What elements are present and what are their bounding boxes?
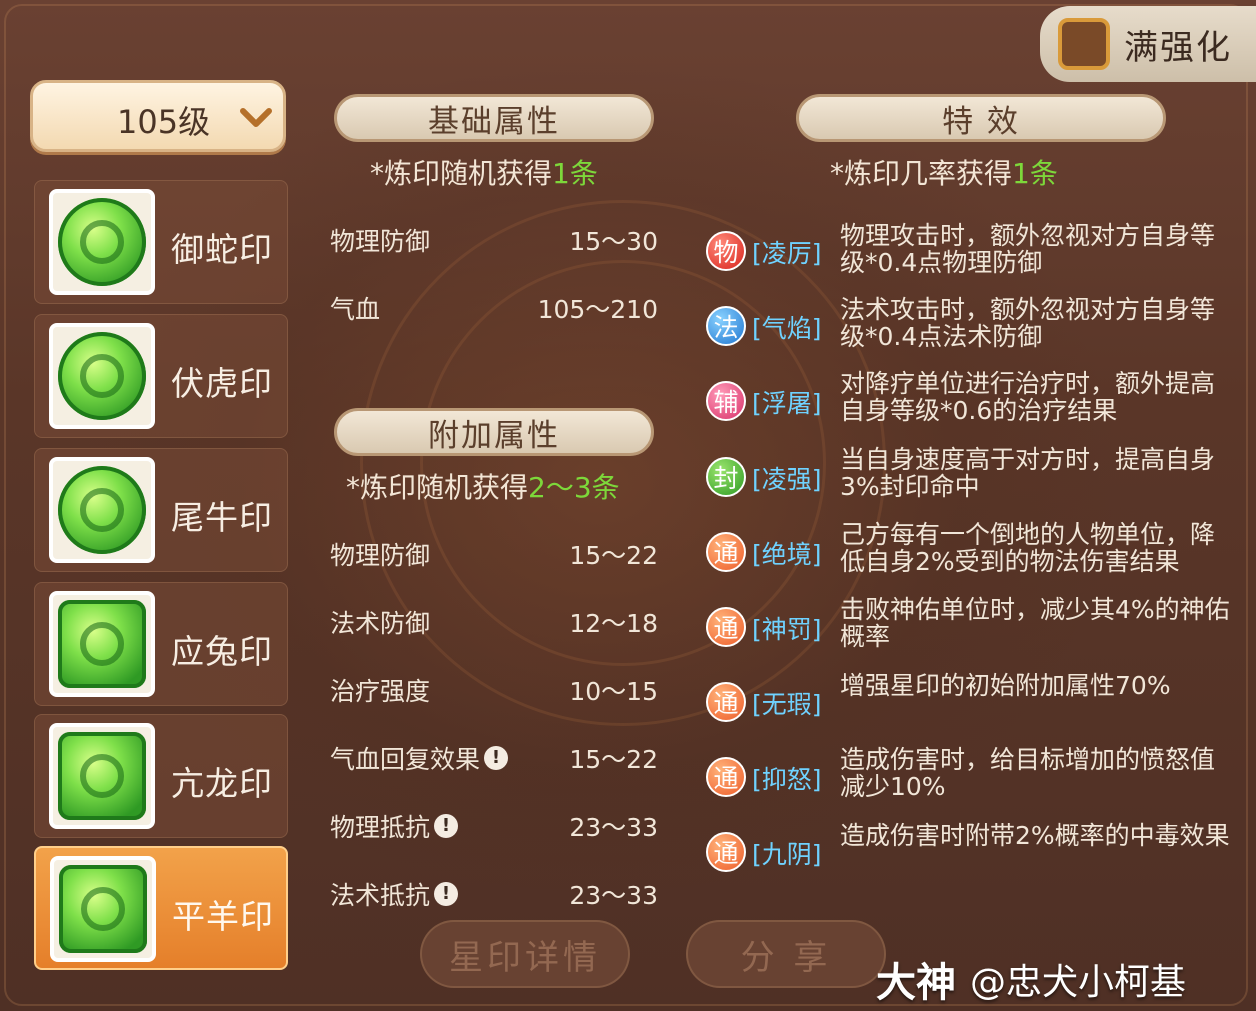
effect-tag: [无瑕] [752, 690, 822, 719]
info-icon[interactable]: ! [484, 746, 509, 770]
extra-attr-range: 10～15 [569, 677, 658, 706]
extra-attr-name: 治疗强度 [330, 677, 431, 706]
effect-tag: [气焰] [752, 314, 822, 343]
info-icon[interactable]: ! [434, 814, 459, 838]
extra-attrs-note-text: *炼印随机获得 [346, 471, 529, 504]
goat-jade-icon [50, 856, 156, 962]
seal-detail-label: 星印详情 [449, 937, 601, 978]
effect-desc: 造成伤害时，给目标增加的愤怒值减少10% [840, 745, 1216, 801]
extra-attr-name: 物理抵抗 [330, 813, 431, 842]
seal-name: 尾牛印 [171, 498, 273, 537]
seal-name: 亢龙印 [171, 764, 273, 803]
seal-name: 平羊印 [172, 897, 274, 936]
watermark-brand: 大神 [876, 960, 956, 1006]
effect-badge: 通 [706, 832, 746, 872]
effect-desc: 物理攻击时，额外忽视对方自身等级*0.4点物理防御 [840, 221, 1216, 277]
effect-desc: 对降疗单位进行治疗时，额外提高自身等级*0.6的治疗结果 [840, 369, 1216, 425]
effect-badge: 通 [706, 532, 746, 572]
extra-attr-row: 法术防御 [330, 604, 430, 640]
watermark: 大神 @忠犬小柯基 [876, 950, 1186, 1008]
extra-attr-name: 法术防御 [330, 609, 431, 638]
seal-name: 应兔印 [171, 632, 273, 671]
level-dropdown[interactable]: 105级 [30, 80, 286, 152]
effect-desc: 己方每有一个倒地的人物单位，降低自身2%受到的物法伤害结果 [840, 520, 1216, 576]
effect-desc: 当自身速度高于对方时，提高自身3%封印命中 [840, 445, 1216, 501]
seal-detail-button[interactable]: 星印详情 [420, 920, 630, 988]
dragon-jade-icon [49, 723, 155, 829]
extra-attr-row: 气血回复效果 ! [330, 740, 509, 776]
effect-tag: [九阴] [752, 840, 822, 869]
extra-attr-range: 15～22 [569, 745, 658, 774]
seal-item-snake[interactable]: 御蛇印 [34, 180, 288, 304]
base-attrs-note-text: *炼印随机获得 [370, 157, 553, 190]
effects-header: 特 效 [796, 94, 1166, 142]
extra-attrs-note: *炼印随机获得2～3条 [346, 466, 620, 506]
seal-name: 伏虎印 [171, 364, 273, 403]
seal-item-goat[interactable]: 平羊印 [34, 846, 288, 970]
base-attr-name: 物理防御 [330, 227, 431, 256]
extra-attrs-title: 附加属性 [428, 417, 560, 454]
seal-name: 御蛇印 [171, 230, 273, 269]
base-attrs-note-count: 1条 [552, 157, 598, 190]
seal-item-dragon[interactable]: 亢龙印 [34, 714, 288, 838]
extra-attr-row: 物理防御 [330, 536, 430, 572]
seal-item-tiger[interactable]: 伏虎印 [34, 314, 288, 438]
base-attr-range: 15～30 [569, 227, 658, 256]
extra-attr-row: 物理抵抗 ! [330, 808, 459, 844]
effect-desc: 击败神佑单位时，减少其4%的神佑概率 [840, 595, 1230, 651]
effect-badge: 辅 [706, 381, 746, 421]
effect-tag: [浮屠] [752, 389, 822, 418]
base-attr-name: 气血 [330, 295, 381, 324]
snake-jade-icon [49, 189, 155, 295]
ox-jade-icon [49, 457, 155, 563]
extra-attrs-header: 附加属性 [334, 408, 654, 456]
effects-note-text: *炼印几率获得 [830, 157, 1013, 190]
effect-desc: 法术攻击时，额外忽视对方自身等级*0.4点法术防御 [840, 295, 1216, 351]
tiger-jade-icon [49, 323, 155, 429]
effect-tag: [抑怒] [752, 765, 822, 794]
effect-desc: 增强星印的初始附加属性70% [840, 671, 1171, 700]
extra-attrs-note-count: 2～3条 [528, 471, 620, 504]
effect-tag: [神罚] [752, 615, 822, 644]
effects-note: *炼印几率获得1条 [830, 152, 1058, 192]
seal-item-ox[interactable]: 尾牛印 [34, 448, 288, 572]
full-enhance-toggle[interactable]: 满强化 [1040, 6, 1256, 82]
rabbit-jade-icon [49, 591, 155, 697]
level-value: 105级 [117, 103, 211, 141]
base-attrs-header: 基础属性 [334, 94, 654, 142]
base-attrs-note: *炼印随机获得1条 [370, 152, 598, 192]
effect-desc: 造成伤害时附带2%概率的中毒效果 [840, 821, 1230, 850]
extra-attr-range: 23～33 [569, 813, 658, 842]
effect-badge: 通 [706, 757, 746, 797]
extra-attr-name: 气血回复效果 [330, 745, 481, 774]
info-icon[interactable]: ! [434, 882, 459, 906]
extra-attr-name: 法术抵抗 [330, 881, 431, 910]
share-label: 分 享 [740, 937, 832, 978]
effect-tag: [凌强] [752, 465, 822, 494]
effect-badge: 通 [706, 682, 746, 722]
watermark-handle: @忠犬小柯基 [970, 962, 1187, 1003]
extra-attr-name: 物理防御 [330, 541, 431, 570]
base-attr-range: 105～210 [537, 295, 658, 324]
chevron-down-icon [240, 108, 272, 127]
effects-note-count: 1条 [1012, 157, 1058, 190]
extra-attr-row: 治疗强度 [330, 672, 430, 708]
full-enhance-checkbox[interactable] [1058, 18, 1110, 70]
extra-attr-row: 法术抵抗 ! [330, 876, 459, 912]
extra-attr-range: 15～22 [569, 541, 658, 570]
extra-attr-range: 12～18 [569, 609, 658, 638]
effect-badge: 通 [706, 607, 746, 647]
effect-badge: 封 [706, 457, 746, 497]
effect-tag: [绝境] [752, 540, 822, 569]
effects-title: 特 效 [942, 103, 1020, 140]
effect-badge: 物 [706, 231, 746, 271]
share-button[interactable]: 分 享 [686, 920, 886, 988]
extra-attr-range: 23～33 [569, 881, 658, 910]
seal-item-rabbit[interactable]: 应兔印 [34, 582, 288, 706]
effect-tag: [凌厉] [752, 239, 822, 268]
full-enhance-label: 满强化 [1124, 27, 1232, 68]
base-attrs-title: 基础属性 [428, 103, 560, 140]
effect-badge: 法 [706, 306, 746, 346]
